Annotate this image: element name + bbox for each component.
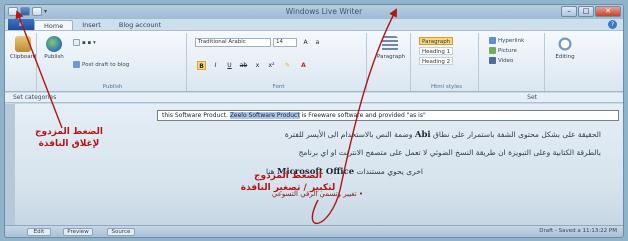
maximize-button[interactable]: □	[578, 6, 594, 17]
tab-insert[interactable]: Insert	[73, 20, 110, 30]
insert-group: Hyperlink Picture Video	[483, 33, 545, 91]
paragraph-icon	[382, 36, 398, 52]
arabic-paragraph-line-1: الحقيقة على بشكل محتوى الشفة باستمرار عل…	[284, 130, 601, 140]
document-icon	[73, 39, 80, 46]
bold-button[interactable]: B	[197, 61, 206, 70]
set-categories-link[interactable]: Set categories	[13, 94, 56, 101]
clipboard-group: Clipboard	[9, 33, 37, 91]
draft-icon	[73, 61, 80, 68]
shrink-font-icon[interactable]: a	[313, 38, 322, 47]
editing-group: Editing	[549, 33, 583, 91]
style-heading-2[interactable]: Heading 2	[419, 57, 453, 65]
paragraph-button[interactable]: Paragraph	[377, 36, 405, 60]
link-icon	[489, 37, 496, 44]
close-button[interactable]: ✕	[595, 6, 621, 17]
ribbon: Clipboard Publish ▪ ▪ ▾ Post draft to bl…	[5, 30, 623, 92]
find-icon	[557, 36, 573, 52]
video-button[interactable]: Video	[489, 57, 513, 64]
annotation-maximize-window: الضغط المزدوج لتكبير / تصغير النافذة	[240, 171, 336, 193]
picture-icon	[489, 47, 496, 54]
set-tags-link[interactable]: Set	[527, 94, 537, 101]
editor-left-margin	[5, 104, 15, 227]
font-color-icon[interactable]: A	[299, 61, 308, 70]
preview-view-button[interactable]: Preview	[63, 228, 93, 236]
font-name-select[interactable]: Traditional Arabic	[195, 38, 271, 47]
help-icon[interactable]: ?	[608, 20, 617, 29]
style-heading-1[interactable]: Heading 1	[419, 47, 453, 55]
edit-view-button[interactable]: Edit	[27, 228, 51, 236]
picture-button[interactable]: Picture	[489, 47, 517, 54]
globe-icon	[46, 36, 62, 52]
annotation-close-window: الضغط المزدوج لإغلاق النافذة	[35, 127, 103, 149]
file-menu-tab[interactable]: ≡	[8, 19, 34, 30]
html-styles-group: Paragraph Heading 1 Heading 2 Html style…	[415, 33, 479, 91]
editing-button[interactable]: Editing	[552, 36, 578, 60]
selected-text-line[interactable]: this Software Product. Zeelo Software Pr…	[157, 110, 619, 121]
grow-font-icon[interactable]: A	[301, 38, 310, 47]
style-paragraph[interactable]: Paragraph	[419, 37, 453, 45]
font-group: Traditional Arabic 14 A a B I U ab x x² …	[191, 33, 367, 91]
italic-button[interactable]: I	[211, 61, 220, 70]
window-title: Windows Live Writer	[285, 7, 363, 16]
text-selection: Zeelo Software Product	[229, 112, 300, 119]
superscript-icon[interactable]: x²	[267, 61, 276, 70]
window-controls: – □ ✕	[561, 6, 621, 17]
underline-button[interactable]: U	[225, 61, 234, 70]
tab-home[interactable]: Home	[34, 20, 74, 30]
title-bar[interactable]: ▾ Windows Live Writer – □ ✕	[5, 5, 623, 19]
tab-blog-account[interactable]: Blog account	[110, 20, 170, 30]
video-icon	[489, 57, 496, 64]
strikethrough-button[interactable]: ab	[239, 61, 248, 70]
highlight-color-icon[interactable]: ✎	[283, 61, 292, 70]
category-bar: Set categories Set	[5, 93, 623, 103]
status-bar: Edit Preview Source Draft - Saved a 11:1…	[5, 225, 623, 237]
publish-group: Publish ▪ ▪ ▾ Post draft to blog Publish	[39, 33, 187, 91]
post-draft-button[interactable]: Post draft to blog	[73, 61, 129, 68]
subscript-icon[interactable]: x	[253, 61, 262, 70]
minimize-button[interactable]: –	[561, 6, 577, 17]
arabic-paragraph-line-2: بالطرقة الكتابية وعلى التبويزة ان طريقة …	[298, 148, 601, 157]
clipboard-button[interactable]: Clipboard	[10, 36, 36, 60]
save-status-text: Draft - Saved a 11:13:22 PM	[539, 228, 617, 234]
editor-area[interactable]: this Software Product. Zeelo Software Pr…	[5, 104, 623, 227]
clipboard-icon	[15, 36, 31, 52]
hyperlink-button[interactable]: Hyperlink	[489, 37, 524, 44]
ribbon-tabs: ≡ Home Insert Blog account ?	[5, 19, 623, 30]
source-view-button[interactable]: Source	[107, 228, 135, 236]
paragraph-group: Paragraph	[371, 33, 411, 91]
app-window: ▾ Windows Live Writer – □ ✕ ≡ Home Inser…	[4, 4, 624, 238]
font-size-select[interactable]: 14	[273, 38, 297, 47]
new-post-item[interactable]: ▪ ▪ ▾	[73, 39, 96, 46]
publish-button[interactable]: Publish	[41, 36, 67, 60]
